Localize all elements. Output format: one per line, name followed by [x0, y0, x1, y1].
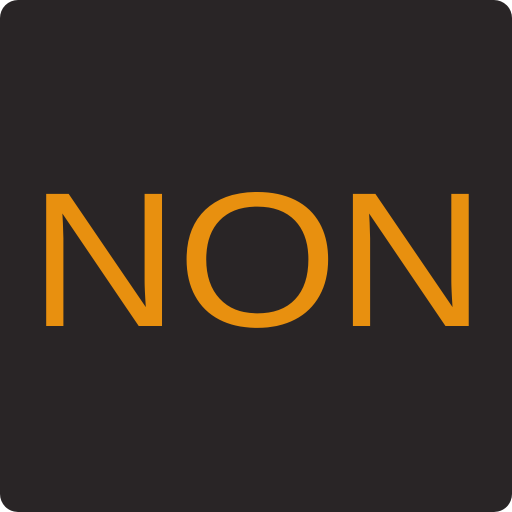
app-icon-label: NON: [28, 152, 485, 367]
app-icon[interactable]: NON: [0, 0, 512, 512]
